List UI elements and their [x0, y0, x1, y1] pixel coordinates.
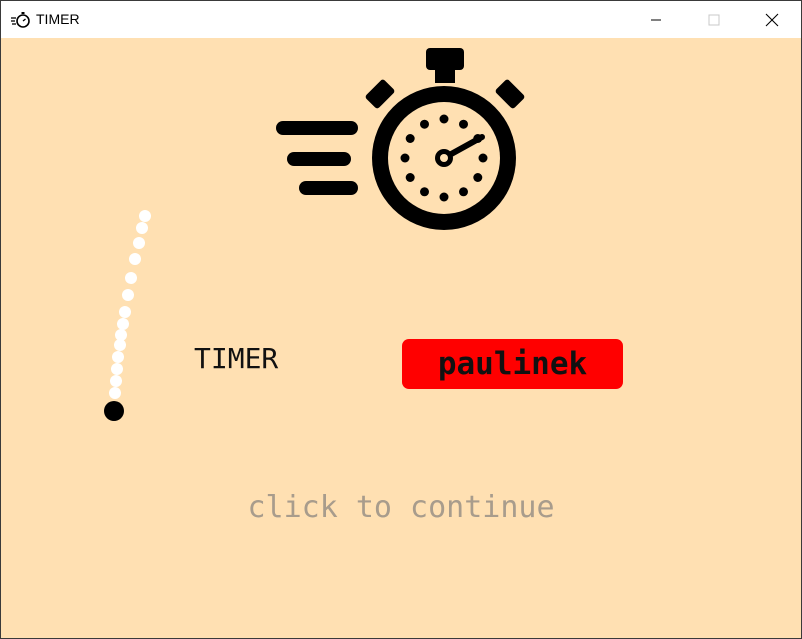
title-bar[interactable]: TIMER — [1, 1, 801, 38]
minimize-icon — [651, 19, 661, 20]
maximize-button[interactable] — [685, 1, 743, 38]
app-window: TIMER TIMER paulinek click to continue — [0, 0, 802, 639]
maximize-icon — [708, 14, 720, 25]
close-icon — [765, 13, 779, 26]
continue-prompt[interactable]: click to continue — [1, 490, 801, 525]
cursor-trail — [104, 210, 151, 421]
splash-screen[interactable]: TIMER paulinek click to continue — [1, 38, 801, 638]
stopwatch-icon — [276, 48, 525, 230]
minimize-button[interactable] — [627, 1, 685, 38]
app-icon — [11, 12, 30, 28]
timer-label: TIMER — [194, 342, 279, 375]
user-name-badge: paulinek — [402, 339, 623, 389]
window-title: TIMER — [36, 11, 80, 27]
close-button[interactable] — [743, 1, 801, 38]
